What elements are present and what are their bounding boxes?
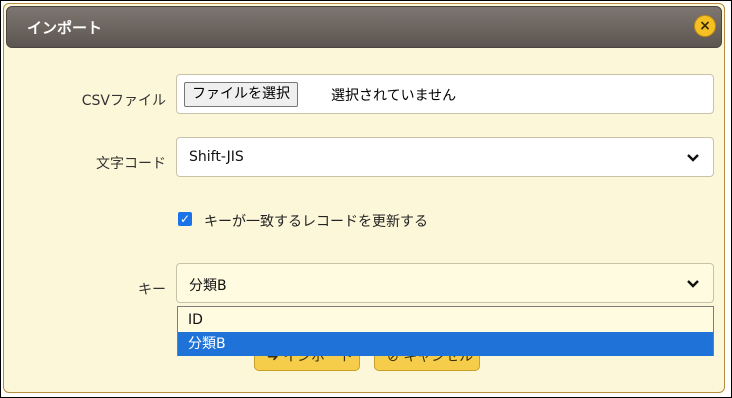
file-status-text: 選択されていません xyxy=(331,88,457,104)
csv-file-input[interactable]: ファイルを選択 選択されていません xyxy=(176,74,714,114)
chevron-down-icon xyxy=(687,280,699,288)
key-select[interactable]: 分類B xyxy=(176,263,714,303)
key-option-id[interactable]: ID xyxy=(178,308,713,332)
choose-file-button[interactable]: ファイルを選択 xyxy=(184,82,298,107)
encoding-select[interactable]: Shift-JIS xyxy=(176,137,714,177)
csv-file-label: CSVファイル xyxy=(81,93,166,109)
encoding-label: 文字コード xyxy=(96,156,166,172)
key-selected-value: 分類B xyxy=(189,278,227,294)
screenshot-frame: インポート × CSVファイル ファイルを選択 選択されていません 文字コード … xyxy=(0,0,732,398)
key-label: キー xyxy=(138,282,166,298)
encoding-selected-value: Shift-JIS xyxy=(189,149,244,165)
close-icon[interactable]: × xyxy=(694,15,716,37)
dialog-titlebar[interactable]: インポート xyxy=(6,6,722,48)
key-dropdown-list: ID 分類B xyxy=(177,306,714,356)
import-dialog: インポート × CSVファイル ファイルを選択 選択されていません 文字コード … xyxy=(3,3,725,393)
dialog-title: インポート xyxy=(27,19,103,37)
update-checkbox[interactable]: ✓ xyxy=(178,212,192,226)
key-option-category-b[interactable]: 分類B xyxy=(178,332,713,356)
update-checkbox-label: キーが一致するレコードを更新する xyxy=(204,214,428,230)
chevron-down-icon xyxy=(687,154,699,162)
